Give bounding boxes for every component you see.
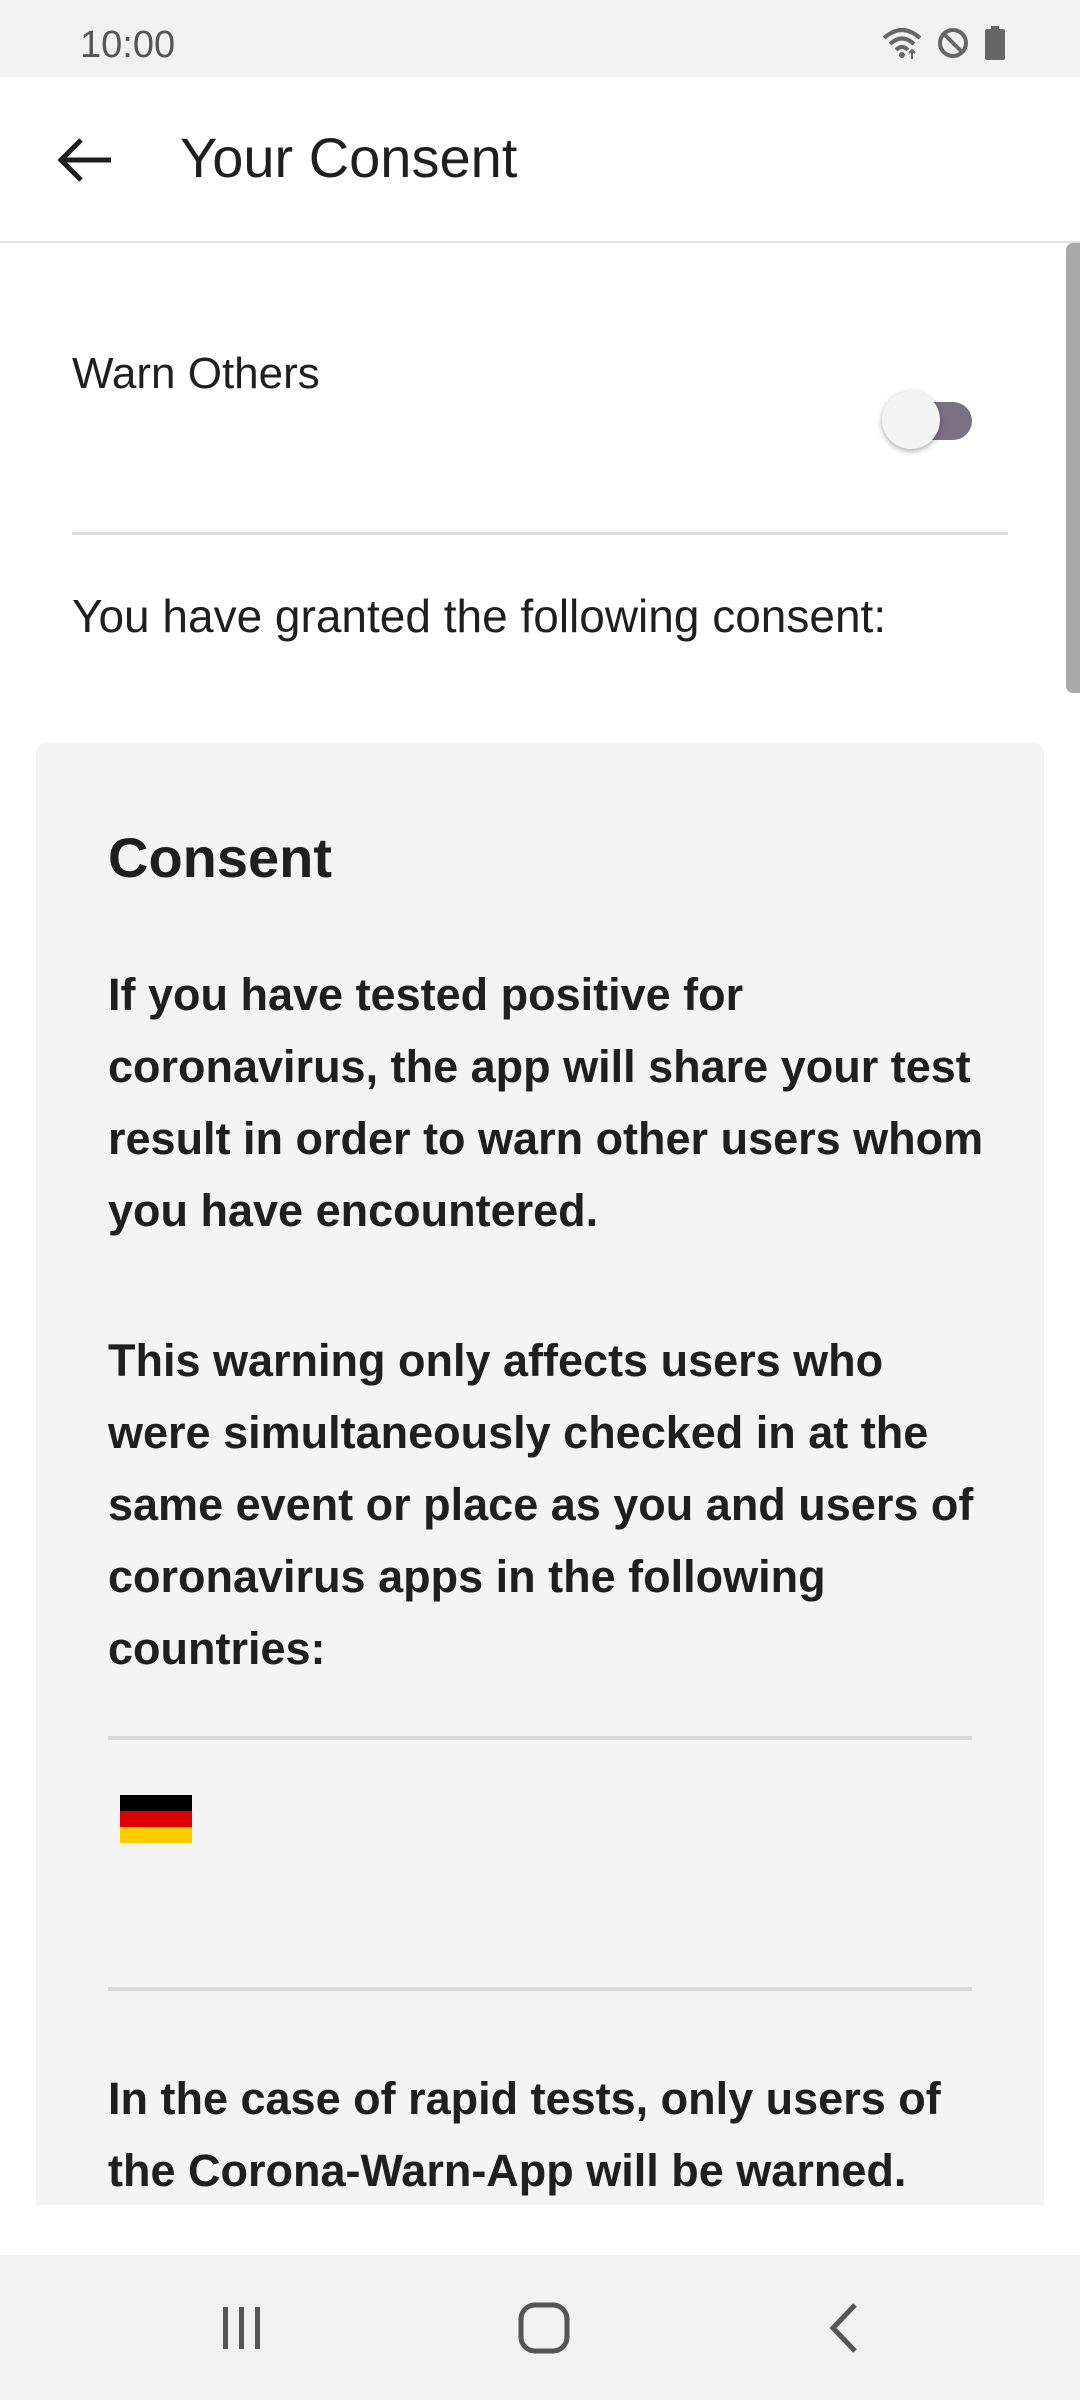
warn-others-toggle[interactable] xyxy=(882,386,978,449)
toggle-thumb xyxy=(882,391,940,449)
do-not-disturb-icon xyxy=(936,26,970,65)
consent-card: Consent If you have tested positive for … xyxy=(36,743,1044,2205)
back-button[interactable] xyxy=(40,117,130,207)
home-icon xyxy=(517,2301,571,2360)
germany-flag-icon xyxy=(120,1795,192,1843)
warn-others-label: Warn Others xyxy=(72,349,320,398)
granted-consent-text: You have granted the following consent: xyxy=(72,590,887,642)
scrollbar[interactable] xyxy=(1066,243,1080,693)
recent-apps-icon xyxy=(217,2305,267,2356)
status-icons xyxy=(882,26,1006,65)
consent-content[interactable]: Warn Others You have granted the followi… xyxy=(0,243,1080,2205)
wifi-icon xyxy=(882,26,922,65)
warn-others-row: Warn Others xyxy=(72,243,1008,535)
consent-paragraph-2: This warning only affects users who were… xyxy=(108,1335,974,1674)
home-button[interactable] xyxy=(499,2295,589,2365)
divider xyxy=(108,1736,972,1740)
consent-paragraph-1: If you have tested positive for coronavi… xyxy=(108,969,984,1236)
consent-paragraph-3: In the case of rapid tests, only users o… xyxy=(108,2073,941,2196)
system-back-button[interactable] xyxy=(800,2295,890,2365)
status-time: 10:00 xyxy=(80,24,176,66)
battery-icon xyxy=(984,26,1006,65)
status-bar: 10:00 xyxy=(0,0,1080,77)
divider xyxy=(108,1987,972,1991)
arrow-back-icon xyxy=(55,135,115,190)
recent-apps-button[interactable] xyxy=(197,2295,287,2365)
back-icon xyxy=(825,2301,865,2360)
navigation-bar xyxy=(0,2255,1080,2400)
app-bar: Your Consent xyxy=(0,77,1080,243)
page-title: Your Consent xyxy=(180,126,518,189)
consent-title: Consent xyxy=(108,826,332,889)
